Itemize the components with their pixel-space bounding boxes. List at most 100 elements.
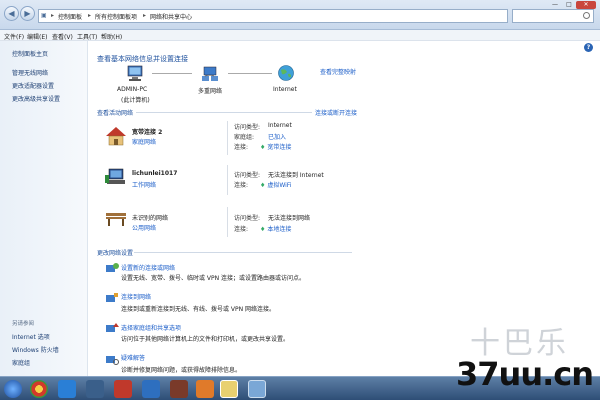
- connect-network-icon: [106, 293, 118, 302]
- network-type-link-2[interactable]: 工作网络: [132, 180, 156, 189]
- app-m-icon[interactable]: [142, 380, 160, 398]
- connection-link-broadband[interactable]: ♦ 宽带连接: [260, 142, 291, 151]
- app-orange-icon[interactable]: [196, 380, 214, 398]
- sidebar-item-firewall[interactable]: Windows 防火墙: [12, 345, 59, 354]
- sidebar-item-home[interactable]: 控制面板主页: [12, 49, 48, 58]
- sidebar-item-homegroup[interactable]: 家庭组: [12, 358, 30, 367]
- menu-bar: 文件(F) 编辑(E) 查看(V) 工具(T) 帮助(H): [0, 30, 600, 41]
- folder-icon[interactable]: [220, 380, 238, 398]
- task-troubleshoot[interactable]: 疑难解答: [121, 353, 145, 362]
- address-folder-icon: ▣: [41, 12, 47, 19]
- access-type-value: 无法连接到网络: [268, 215, 311, 222]
- task-homegroup-sharing[interactable]: 选择家庭组和共享选项: [121, 323, 181, 332]
- connection-label: 连接:: [234, 144, 249, 151]
- page-title: 查看基本网络信息并设置连接: [97, 55, 188, 63]
- computer-icon: [127, 65, 143, 81]
- divider: [227, 165, 228, 195]
- view-full-map-link[interactable]: 查看完整映射: [320, 67, 356, 76]
- access-type-value: Internet: [268, 122, 292, 129]
- home-network-icon: [106, 127, 126, 146]
- homegroup-link[interactable]: 已加入: [268, 132, 286, 141]
- title-bar: ◀ ▶ ▣ ▸ 控制面板 ▸ 所有控制面板项 ▸ 网络和共享中心 — □ ✕: [0, 0, 600, 30]
- sidebar-item-internet-options[interactable]: Internet 选项: [12, 332, 50, 341]
- address-separator: ▸: [51, 12, 55, 19]
- breadcrumb-all-items[interactable]: 所有控制面板项: [95, 12, 137, 21]
- divider: [227, 121, 228, 155]
- sidebar-item-advanced-sharing[interactable]: 更改高级共享设置: [12, 94, 60, 103]
- public-network-icon: [106, 213, 126, 226]
- local-connection-icon: ♦: [260, 226, 266, 233]
- chrome-icon[interactable]: [30, 380, 48, 398]
- search-input[interactable]: [512, 9, 594, 23]
- troubleshoot-icon: [106, 356, 119, 365]
- task-description: 诊断并修复网络问题，或获得故障排除信息。: [121, 367, 242, 374]
- network-type-link-1[interactable]: 家庭网络: [132, 137, 156, 146]
- menu-tools[interactable]: 工具(T): [77, 32, 97, 41]
- homegroup-icon: [106, 323, 119, 332]
- task-description: 连接到或重新连接到无线、有线、拨号或 VPN 网络连接。: [121, 306, 276, 313]
- sidebar: 控制面板主页 管理无线网络 更改适配器设置 更改高级共享设置 另请参阅 Inte…: [0, 41, 88, 376]
- address-separator: ▸: [88, 12, 92, 19]
- globe-icon: [278, 65, 294, 81]
- watermark: 37uu.cn: [456, 355, 594, 393]
- connection-label: 连接:: [234, 226, 249, 233]
- divider: [227, 207, 228, 237]
- network-icon: [202, 66, 218, 81]
- change-settings-header: 更改网络设置: [97, 250, 134, 257]
- back-button[interactable]: ◀: [4, 6, 19, 21]
- close-button[interactable]: ✕: [576, 1, 596, 9]
- menu-file[interactable]: 文件(F): [4, 32, 24, 41]
- breadcrumb-network-center[interactable]: 网络和共享中心: [150, 12, 192, 21]
- connection-label: 连接:: [234, 182, 249, 189]
- network-center-taskbar-icon[interactable]: [248, 380, 266, 398]
- address-separator: ▸: [143, 12, 147, 19]
- sidebar-item-adapter[interactable]: 更改适配器设置: [12, 81, 54, 90]
- task-connect-network[interactable]: 连接到网络: [121, 292, 151, 301]
- homegroup-label: 家庭组:: [234, 134, 255, 141]
- internet-label: Internet: [273, 86, 297, 93]
- access-type-label: 访问类型:: [234, 215, 261, 222]
- app-paw-icon[interactable]: [86, 380, 104, 398]
- menu-edit[interactable]: 编辑(E): [27, 32, 47, 41]
- work-network-icon: [105, 168, 125, 184]
- sidebar-item-wireless[interactable]: 管理无线网络: [12, 68, 48, 77]
- map-line: [152, 73, 192, 74]
- divider: [134, 252, 352, 253]
- map-line: [228, 73, 272, 74]
- menu-view[interactable]: 查看(V): [52, 32, 73, 41]
- network-name-1: 宽带连接 2: [132, 129, 163, 136]
- media-player-icon[interactable]: [114, 380, 132, 398]
- network-type-link-3[interactable]: 公用网络: [132, 223, 156, 232]
- address-bar[interactable]: ▣ ▸ 控制面板 ▸ 所有控制面板项 ▸ 网络和共享中心: [38, 9, 508, 23]
- minimize-button[interactable]: —: [548, 1, 562, 9]
- menu-help[interactable]: 帮助(H): [101, 32, 122, 41]
- computer-sublabel: (此计算机): [121, 97, 150, 104]
- back-arrow-icon: ◀: [8, 9, 15, 18]
- breadcrumb-control-panel[interactable]: 控制面板: [58, 12, 82, 21]
- start-button[interactable]: [4, 380, 22, 398]
- task-setup-connection[interactable]: 设置新的连接或网络: [121, 263, 175, 272]
- broadband-icon: ♦: [260, 144, 266, 151]
- computer-name: ADMIN-PC: [117, 86, 148, 93]
- connection-link-local[interactable]: ♦ 本地连接: [260, 224, 291, 233]
- forward-button[interactable]: ▶: [20, 6, 35, 21]
- maximize-button[interactable]: □: [562, 1, 576, 9]
- app-s-icon[interactable]: [58, 380, 76, 398]
- access-type-label: 访问类型:: [234, 172, 261, 179]
- network-name-3: 未识别的网络: [132, 215, 169, 222]
- connect-disconnect-link[interactable]: 连接或断开连接: [315, 108, 357, 117]
- access-type-value: 无法连接到 Internet: [268, 172, 324, 179]
- connection-link-wifi[interactable]: ♦ 虚拟WiFi: [260, 180, 291, 189]
- app-red-icon[interactable]: [170, 380, 188, 398]
- search-icon: [583, 12, 590, 19]
- network-name-2: lichunlei1017: [132, 170, 178, 177]
- wifi-icon: ♦: [260, 182, 266, 189]
- task-description: 设置无线、宽带、拨号、临时或 VPN 连接；或设置路由器或访问点。: [121, 275, 306, 282]
- task-description: 访问位于其他网络计算机上的文件和打印机，或更改共享设置。: [121, 336, 290, 343]
- access-type-label: 访问类型:: [234, 124, 261, 131]
- multiple-networks-label: 多重网络: [198, 88, 223, 95]
- divider: [136, 112, 312, 113]
- forward-arrow-icon: ▶: [24, 9, 31, 18]
- setup-connection-icon: [106, 263, 119, 272]
- active-networks-header: 查看活动网络: [97, 110, 134, 117]
